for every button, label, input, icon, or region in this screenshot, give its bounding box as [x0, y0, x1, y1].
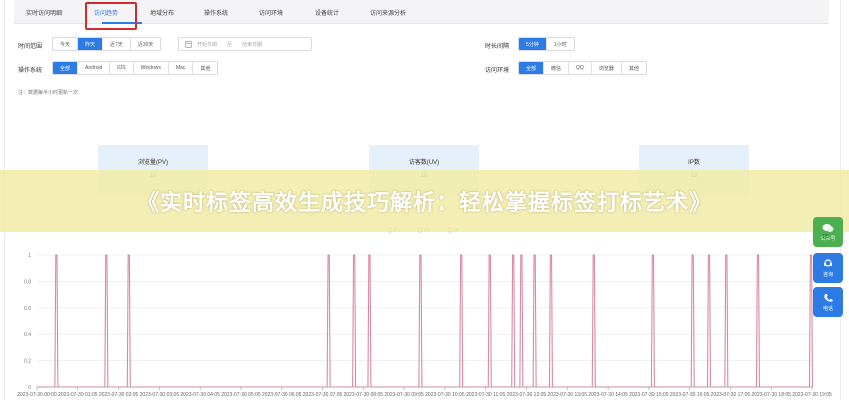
- x-tick-label: 2023-07-30 12:05: [507, 392, 547, 398]
- x-tick-label: 2023-07-30 01:05: [58, 392, 98, 398]
- env-selector: 全部 微信 QQ 浏览器 其他: [518, 61, 647, 75]
- x-tick-label: 2023-07-30 11:05: [466, 392, 505, 398]
- x-tick-label: 2023-07-30 06:05: [262, 392, 302, 398]
- x-tick-label: 2023-07-30 16:05: [670, 392, 710, 398]
- os-option-mac[interactable]: Mac: [168, 62, 194, 74]
- stat-title: 访客数(UV): [408, 160, 440, 166]
- start-date-placeholder[interactable]: 开始日期: [197, 41, 217, 48]
- y-tick-label: 0.6: [24, 306, 31, 312]
- wechat-button[interactable]: 公众号: [813, 217, 843, 247]
- time-option-yesterday[interactable]: 昨天: [78, 38, 104, 50]
- tab-os[interactable]: 操作系统: [204, 8, 228, 17]
- os-label: 操作系统: [18, 68, 43, 74]
- interval-option-5min[interactable]: 5分钟: [519, 38, 547, 50]
- x-tick-label: 2023-07-30 08:05: [344, 392, 384, 398]
- pager-indicator: 1/5: [822, 234, 829, 240]
- tab-device[interactable]: 设备统计: [315, 8, 339, 17]
- update-note: 注：数据每半小时更新一次: [18, 90, 79, 96]
- y-tick-label: 0: [28, 385, 31, 391]
- x-tick-label: 2023-07-30 18:05: [751, 392, 791, 398]
- x-tick-label: 2023-07-30 07:05: [303, 392, 343, 398]
- chat-bubble-icon: [822, 223, 834, 232]
- y-tick-label: 1: [28, 253, 31, 259]
- env-option-all[interactable]: 全部: [519, 62, 545, 74]
- tab-source[interactable]: 访问来源分析: [370, 8, 406, 17]
- env-label: 访问环境: [485, 68, 510, 74]
- x-tick-label: 2023-07-30 13:05: [548, 392, 588, 398]
- end-date-placeholder[interactable]: 结束日期: [242, 41, 262, 48]
- phone-label: 电话: [822, 305, 833, 312]
- os-option-all[interactable]: 全部: [53, 62, 79, 74]
- env-option-qq[interactable]: QQ: [569, 62, 592, 74]
- series-line: [37, 254, 814, 388]
- os-option-windows[interactable]: Windows: [133, 62, 169, 74]
- x-tick-label: 2023-07-30 10:05: [425, 392, 465, 398]
- x-tick-label: 2023-07-30 15:05: [629, 392, 669, 398]
- interval-option-1hour[interactable]: 1小时: [546, 38, 574, 50]
- phone-button[interactable]: 电话: [813, 287, 843, 317]
- interval-selector: 5分钟 1小时: [518, 37, 575, 51]
- os-option-ios[interactable]: iOS: [110, 62, 134, 74]
- x-tick-label: 2023-07-30 02:05: [99, 392, 139, 398]
- headset-icon: [824, 258, 832, 267]
- tab-env[interactable]: 访问环境: [259, 8, 283, 17]
- interval-label: 时长间隔: [485, 44, 510, 50]
- x-tick-label: 2023-07-30 19:05: [792, 392, 832, 398]
- os-option-other[interactable]: 其他: [193, 62, 218, 74]
- banner-title: 《实时标签高效生成技巧解析：轻松掌握标签打标艺术》: [136, 190, 712, 215]
- highlight-annotation: [85, 2, 137, 30]
- tab-realtime[interactable]: 实时访问明细: [26, 8, 62, 17]
- stat-title: IP数: [688, 160, 700, 166]
- time-option-today[interactable]: 今天: [53, 38, 79, 50]
- phone-icon: [824, 293, 833, 302]
- time-option-30days[interactable]: 近30天: [130, 38, 161, 50]
- x-tick-label: 2023-07-30 04:05: [180, 392, 220, 398]
- tab-region[interactable]: 地域分布: [150, 8, 174, 17]
- x-tick-label: 2023-07-30 17:05: [711, 392, 751, 398]
- env-option-wechat[interactable]: 微信: [544, 62, 570, 74]
- date-range-picker[interactable]: 开始日期 至 结束日期: [178, 37, 312, 51]
- trend-line-chart: PVUVIP00.20.40.60.812023-07-30 00:002023…: [17, 227, 832, 398]
- time-range-selector: 今天 昨天 近7天 近30天: [52, 37, 162, 51]
- consult-label: 咨询: [822, 271, 833, 278]
- x-tick-label: 2023-07-30 05:05: [221, 392, 261, 398]
- stat-title: 浏览量(PV): [137, 160, 168, 166]
- y-tick-label: 0.8: [24, 279, 31, 285]
- time-option-7days[interactable]: 近7天: [103, 38, 131, 50]
- y-tick-label: 0.2: [24, 359, 31, 365]
- env-option-other[interactable]: 其他: [621, 62, 646, 74]
- x-tick-label: 2023-07-30 00:00: [17, 392, 57, 398]
- range-separator: 至: [227, 41, 233, 48]
- time-range-label: 时间范围: [18, 44, 43, 50]
- calendar-icon: [185, 40, 192, 48]
- os-option-android[interactable]: Android: [78, 62, 111, 74]
- x-tick-label: 2023-07-30 09:05: [384, 392, 424, 398]
- title-banner: 《实时标签高效生成技巧解析：轻松掌握标签打标艺术》: [0, 170, 849, 232]
- y-tick-label: 0.4: [24, 332, 31, 338]
- consult-button[interactable]: 咨询: [813, 253, 843, 283]
- os-selector: 全部 Android iOS Windows Mac 其他: [52, 61, 219, 75]
- x-tick-label: 2023-07-30 03:05: [140, 392, 180, 398]
- env-option-browser[interactable]: 浏览器: [591, 62, 622, 74]
- x-tick-label: 2023-07-30 14:05: [588, 392, 628, 398]
